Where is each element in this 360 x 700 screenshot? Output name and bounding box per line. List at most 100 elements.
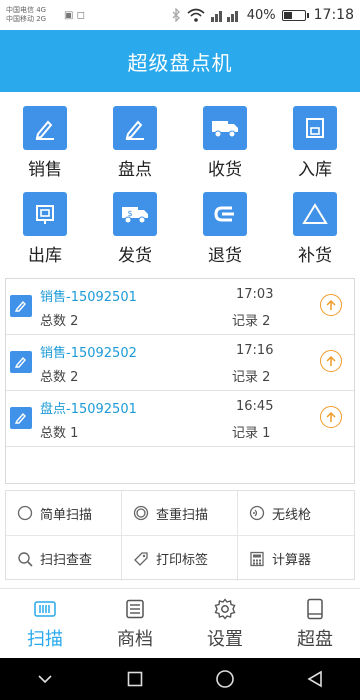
tool-grid: 简单扫描 查重扫描 无线枪 扫扫查查 打印标签 计算器 xyxy=(5,490,355,581)
record-time: 17:03 xyxy=(236,287,274,302)
system-nav-bar xyxy=(0,658,360,700)
tab-products[interactable]: 商档 xyxy=(90,589,180,658)
func-stocktake[interactable]: 盘点 xyxy=(90,100,180,186)
function-grid: 销售 盘点 收货 入库 出库 $ 发货 退货 补货 xyxy=(0,100,360,272)
recent-apps-button[interactable] xyxy=(115,659,155,699)
page-title: 超级盘点机 xyxy=(127,50,233,75)
upload-icon[interactable] xyxy=(320,406,342,428)
pencil-icon xyxy=(10,295,32,317)
gear-icon xyxy=(213,597,237,621)
record-time: 17:16 xyxy=(236,343,274,358)
tab-label: 扫描 xyxy=(27,629,63,650)
record-count: 记录 2 xyxy=(232,370,271,385)
search-icon xyxy=(16,550,34,568)
record-title: 销售-15092502 xyxy=(40,346,137,361)
func-label: 退货 xyxy=(208,246,242,266)
truck-icon xyxy=(203,106,247,150)
simple-scan-button[interactable]: 简单扫描 xyxy=(6,491,122,536)
signal-icon xyxy=(210,11,238,22)
calculator-icon xyxy=(248,550,266,568)
truck-icon: $ xyxy=(113,192,157,236)
notification-icons: ▣ ◻ xyxy=(64,9,85,21)
tool-label: 扫扫查查 xyxy=(40,553,93,568)
record-title: 盘点-15092501 xyxy=(40,402,137,417)
app-header: 超级盘点机 xyxy=(0,30,360,92)
record-total: 总数 2 xyxy=(40,370,79,385)
calculator-button[interactable]: 计算器 xyxy=(238,536,354,581)
list-item[interactable]: 销售-15092502 总数 2 17:16 记录 2 xyxy=(6,335,354,391)
wireless-icon xyxy=(248,504,266,522)
hide-keyboard-button[interactable] xyxy=(25,659,65,699)
tool-label: 无线枪 xyxy=(272,507,312,523)
record-count: 记录 2 xyxy=(232,314,271,329)
bluetooth-icon xyxy=(172,8,180,22)
pencil-icon xyxy=(113,106,157,150)
func-ship[interactable]: $ 发货 xyxy=(90,186,180,272)
record-list: 销售-15092501 总数 2 17:03 记录 2 销售-15092502 … xyxy=(5,278,355,484)
upload-icon[interactable] xyxy=(320,350,342,372)
record-title: 销售-15092501 xyxy=(40,290,137,305)
tablet-icon xyxy=(303,597,327,621)
status-right: 40% 17:18 xyxy=(171,7,354,23)
status-clock: 17:18 xyxy=(313,7,354,23)
circle-icon xyxy=(216,670,234,688)
battery-icon xyxy=(281,9,309,21)
pencil-icon xyxy=(10,351,32,373)
func-return[interactable]: 退货 xyxy=(180,186,270,272)
scan-lookup-button[interactable]: 扫扫查查 xyxy=(6,536,122,581)
func-label: 发货 xyxy=(118,246,152,266)
upload-icon[interactable] xyxy=(320,294,342,316)
list-item[interactable]: 盘点-15092501 总数 1 16:45 记录 1 xyxy=(6,391,354,447)
duplicate-scan-button[interactable]: 查重扫描 xyxy=(122,491,238,536)
pencil-icon xyxy=(23,106,67,150)
chevron-down-icon xyxy=(38,675,52,684)
func-label: 入库 xyxy=(298,160,332,180)
tool-label: 计算器 xyxy=(272,553,312,568)
func-receive[interactable]: 收货 xyxy=(180,100,270,186)
barcode-icon xyxy=(33,597,57,621)
tab-label: 超盘 xyxy=(297,629,333,650)
wifi-icon xyxy=(187,8,205,22)
triangle-icon xyxy=(293,192,337,236)
carrier-1: 中国电信 4G xyxy=(6,6,47,14)
tab-superpan[interactable]: 超盘 xyxy=(270,589,360,658)
box-in-icon xyxy=(293,106,337,150)
record-total: 总数 1 xyxy=(40,426,79,441)
carrier-2: 中国移动 2G xyxy=(6,15,47,23)
func-sales[interactable]: 销售 xyxy=(0,100,90,186)
wireless-scanner-button[interactable]: 无线枪 xyxy=(238,491,354,536)
pencil-icon xyxy=(10,407,32,429)
record-time: 16:45 xyxy=(236,399,274,414)
tool-label: 打印标签 xyxy=(156,553,209,568)
battery-percent: 40% xyxy=(246,7,276,23)
circle-icon xyxy=(16,504,34,522)
list-item[interactable]: 销售-15092501 总数 2 17:03 记录 2 xyxy=(6,279,354,335)
record-total: 总数 2 xyxy=(40,314,79,329)
tab-settings[interactable]: 设置 xyxy=(180,589,270,658)
print-label-button[interactable]: 打印标签 xyxy=(122,536,238,581)
carrier-info: 中国电信 4G 中国移动 2G xyxy=(6,6,60,24)
func-label: 盘点 xyxy=(118,160,152,180)
back-triangle-icon xyxy=(307,670,322,688)
square-icon xyxy=(127,671,143,687)
func-label: 出库 xyxy=(28,246,62,266)
tab-label: 商档 xyxy=(117,629,153,650)
tool-label: 简单扫描 xyxy=(40,507,93,523)
func-replenish[interactable]: 补货 xyxy=(270,186,360,272)
box-out-icon xyxy=(23,192,67,236)
tag-icon xyxy=(132,550,150,568)
status-bar: 中国电信 4G 中国移动 2G ▣ ◻ 40% 17:18 xyxy=(0,0,360,30)
home-button[interactable] xyxy=(205,659,245,699)
back-button[interactable] xyxy=(295,659,335,699)
tool-label: 查重扫描 xyxy=(156,507,209,523)
func-stock-out[interactable]: 出库 xyxy=(0,186,90,272)
target-icon xyxy=(132,504,150,522)
tab-scan[interactable]: 扫描 xyxy=(0,589,90,658)
record-count: 记录 1 xyxy=(232,426,271,441)
func-stock-in[interactable]: 入库 xyxy=(270,100,360,186)
func-label: 销售 xyxy=(28,160,62,180)
func-label: 收货 xyxy=(208,160,242,180)
tab-label: 设置 xyxy=(207,629,243,650)
document-icon xyxy=(123,597,147,621)
return-icon xyxy=(203,192,247,236)
